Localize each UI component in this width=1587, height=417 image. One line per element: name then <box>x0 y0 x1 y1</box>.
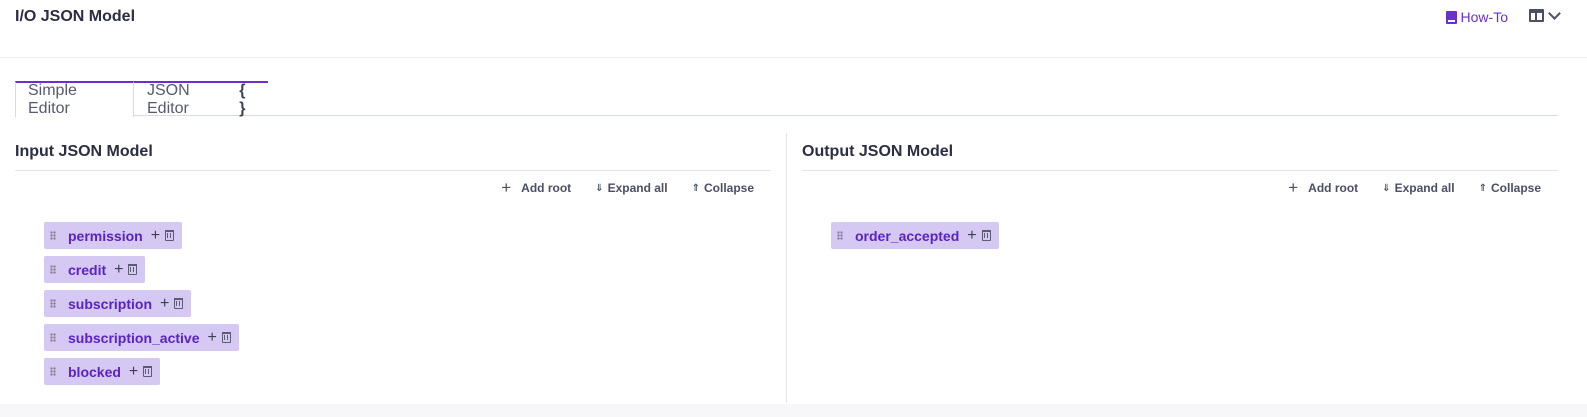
double-chevron-down-icon: ⇓ <box>595 182 604 194</box>
tab-label: Simple Editor <box>28 82 77 117</box>
node-label[interactable]: subscription <box>68 296 152 312</box>
howto-label: How-To <box>1460 9 1508 25</box>
footer-strip <box>0 404 1587 417</box>
grip-icon[interactable] <box>50 231 56 240</box>
node-label[interactable]: subscription_active <box>68 330 200 346</box>
trash-icon[interactable] <box>981 230 991 241</box>
plus-icon[interactable]: + <box>967 227 976 243</box>
double-chevron-up-icon: ⇑ <box>691 182 700 194</box>
plus-icon: + <box>501 178 512 197</box>
plus-icon: + <box>1288 178 1299 197</box>
tab-simple-editor[interactable]: Simple Editor <box>15 81 134 117</box>
add-root-button[interactable]: + Add root <box>501 178 572 197</box>
expand-all-button[interactable]: ⇓ Expand all <box>595 181 667 195</box>
json-node[interactable]: order_accepted + <box>831 222 999 249</box>
plus-icon[interactable]: + <box>160 295 169 311</box>
json-node[interactable]: blocked + <box>44 358 161 385</box>
collapse-button[interactable]: ⇑ Collapse <box>692 181 754 195</box>
output-json-panel: Output JSON Model + Add root ⇓ Expand al… <box>802 133 1558 403</box>
tab-label: JSON Editor <box>147 81 190 117</box>
add-root-button[interactable]: + Add root <box>1288 178 1359 197</box>
tree-toolbar: + Add root ⇓ Expand all ⇑ Collapse <box>501 178 754 197</box>
panel-title: Output JSON Model <box>802 133 1558 171</box>
book-icon <box>1445 10 1457 24</box>
grip-icon[interactable] <box>50 333 56 342</box>
grip-icon[interactable] <box>50 265 56 274</box>
json-node[interactable]: subscription + <box>44 290 192 317</box>
add-root-label: Add root <box>1308 181 1359 195</box>
tab-json-editor[interactable]: JSON Editor { } <box>134 81 268 117</box>
expand-all-label: Expand all <box>1394 181 1455 195</box>
node-label[interactable]: permission <box>68 228 143 244</box>
chevron-down-icon <box>1548 6 1561 20</box>
trash-icon[interactable] <box>143 366 153 377</box>
trash-icon[interactable] <box>174 298 184 309</box>
node-label[interactable]: blocked <box>68 364 121 380</box>
panel-divider <box>786 133 787 403</box>
input-json-panel: Input JSON Model + Add root ⇓ Expand all… <box>15 133 771 403</box>
collapse-label: Collapse <box>1490 181 1541 195</box>
editor-tabs: Simple Editor JSON Editor { } <box>15 81 1558 117</box>
add-root-label: Add root <box>521 181 572 195</box>
collapse-label: Collapse <box>703 181 754 195</box>
collapse-button[interactable]: ⇑ Collapse <box>1479 181 1541 195</box>
output-node-list: order_accepted + <box>831 222 999 249</box>
howto-link[interactable]: How-To <box>1445 9 1508 25</box>
json-node[interactable]: permission + <box>44 222 183 249</box>
tree-toolbar: + Add root ⇓ Expand all ⇑ Collapse <box>1288 178 1541 197</box>
plus-icon[interactable]: + <box>129 363 138 379</box>
layout-toggle-button[interactable] <box>1529 6 1561 22</box>
expand-all-label: Expand all <box>607 181 668 195</box>
grip-icon[interactable] <box>50 367 56 376</box>
grip-icon[interactable] <box>50 299 56 308</box>
panel-title: Input JSON Model <box>15 133 771 171</box>
page-title: I/O JSON Model <box>15 8 136 25</box>
grip-icon[interactable] <box>837 231 843 240</box>
input-node-list: permission + credit + subscription + sub… <box>44 222 239 385</box>
node-label[interactable]: credit <box>68 262 106 278</box>
json-node[interactable]: credit + <box>44 256 146 283</box>
trash-icon[interactable] <box>128 264 138 275</box>
plus-icon[interactable]: + <box>114 261 123 277</box>
layout-icon <box>1529 9 1544 22</box>
plus-icon[interactable]: + <box>208 329 217 345</box>
plus-icon[interactable]: + <box>151 227 160 243</box>
braces-icon: { } <box>239 81 246 117</box>
trash-icon[interactable] <box>165 230 175 241</box>
trash-icon[interactable] <box>221 332 231 343</box>
expand-all-button[interactable]: ⇓ Expand all <box>1382 181 1454 195</box>
json-node[interactable]: subscription_active + <box>44 324 239 351</box>
node-label[interactable]: order_accepted <box>855 228 959 244</box>
double-chevron-up-icon: ⇑ <box>1478 182 1487 194</box>
double-chevron-down-icon: ⇓ <box>1382 182 1391 194</box>
header: I/O JSON Model How-To <box>0 0 1587 58</box>
